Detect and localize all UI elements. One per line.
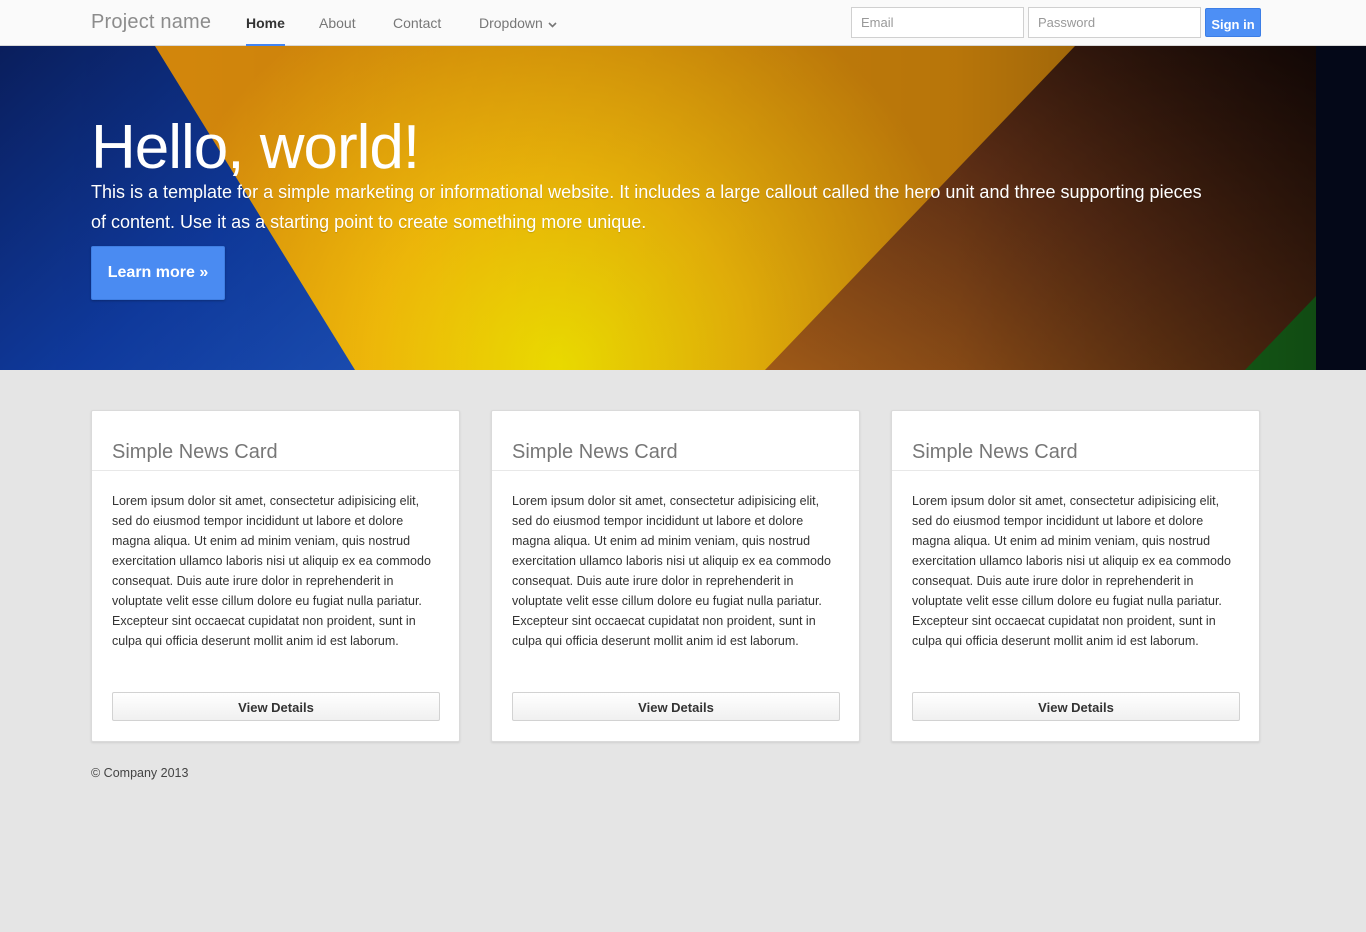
card-header: Simple News Card <box>92 411 459 471</box>
card-title: Simple News Card <box>112 441 278 463</box>
learn-more-button[interactable]: Learn more » <box>91 246 225 300</box>
password-input[interactable] <box>1028 7 1201 38</box>
card-header: Simple News Card <box>492 411 859 471</box>
nav-item-home[interactable]: Home <box>246 0 285 46</box>
nav-item-dropdown-label: Dropdown <box>479 15 543 31</box>
hero-unit: Hello, world! This is a template for a s… <box>0 46 1366 370</box>
card-header: Simple News Card <box>892 411 1259 471</box>
hero-description: This is a template for a simple marketin… <box>91 182 1202 232</box>
news-card: Simple News Card Lorem ipsum dolor sit a… <box>891 410 1260 742</box>
sign-in-button[interactable]: Sign in <box>1205 8 1261 37</box>
news-card: Simple News Card Lorem ipsum dolor sit a… <box>91 410 460 742</box>
chevron-down-icon <box>548 0 557 46</box>
email-input[interactable] <box>851 7 1024 38</box>
card-title: Simple News Card <box>912 441 1078 463</box>
nav-item-contact[interactable]: Contact <box>393 0 441 46</box>
navbar: Project name Home About Contact Dropdown… <box>0 0 1366 46</box>
nav-item-dropdown[interactable]: Dropdown <box>479 0 557 46</box>
view-details-button[interactable]: View Details <box>112 692 440 721</box>
card-title: Simple News Card <box>512 441 678 463</box>
news-card: Simple News Card Lorem ipsum dolor sit a… <box>491 410 860 742</box>
brand-link[interactable]: Project name <box>91 11 211 34</box>
card-body: Lorem ipsum dolor sit amet, consectetur … <box>512 494 831 648</box>
nav-item-about[interactable]: About <box>319 0 356 46</box>
hero-title: Hello, world! <box>91 113 420 182</box>
footer-copyright: © Company 2013 <box>91 766 189 780</box>
view-details-button[interactable]: View Details <box>912 692 1240 721</box>
view-details-button[interactable]: View Details <box>512 692 840 721</box>
card-body: Lorem ipsum dolor sit amet, consectetur … <box>112 494 431 648</box>
card-body: Lorem ipsum dolor sit amet, consectetur … <box>912 494 1231 648</box>
